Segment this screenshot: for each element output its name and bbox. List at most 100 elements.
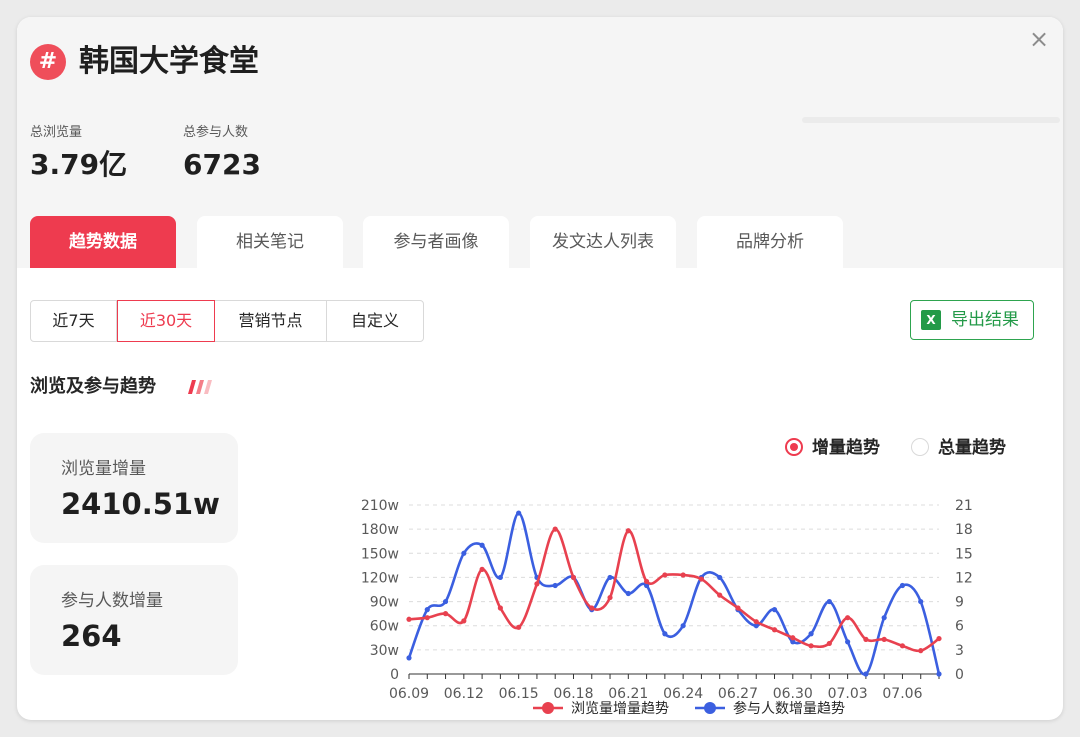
x-tick-label: 06.24 [663,686,703,702]
legend-marker [704,702,716,714]
series-point-0 [771,627,778,633]
series-point-1 [516,510,522,516]
tab-participant-profile[interactable]: 参与者画像 [363,216,509,268]
y-left-tick-label: 30w [370,643,399,659]
participants-increment-card: 参与人数增量 264 [30,565,238,675]
series-point-1 [607,574,613,581]
y-right-tick-label: 21 [955,498,973,514]
x-tick-label: 06.27 [718,686,758,702]
series-point-1 [899,582,906,589]
series-point-0 [461,618,467,624]
series-point-0 [881,636,887,642]
tab-related-notes[interactable]: 相关笔记 [197,216,343,268]
legend-label: 浏览量增量趋势 [571,701,669,717]
y-left-tick-label: 90w [370,595,399,611]
x-tick-label: 06.21 [608,686,648,702]
y-right-tick-label: 12 [955,570,973,586]
total-participants-value: 6723 [183,148,261,181]
series-point-0 [753,619,759,625]
series-point-0 [680,572,686,578]
total-views-label: 总浏览量 [30,125,83,140]
date-range-selector: 近7天 近30天 营销节点 自定义 [30,300,424,342]
y-left-tick-label: 60w [370,619,399,635]
tab-creator-list[interactable]: 发文达人列表 [530,216,676,268]
series-point-1 [497,574,503,581]
series-point-0 [625,528,631,534]
range-custom[interactable]: 自定义 [327,301,423,341]
range-7-days[interactable]: 近7天 [31,301,117,341]
series-point-0 [442,611,449,617]
topic-title: 韩国大学食堂 [79,44,259,79]
views-increment-label: 浏览量增量 [61,459,146,479]
series-point-1 [424,607,430,613]
series-point-1 [808,631,814,637]
series-point-1 [479,542,485,548]
series-point-1 [936,671,942,677]
series-point-0 [552,526,558,532]
x-tick-label: 06.09 [389,686,429,702]
range-marketing-nodes[interactable]: 营销节点 [215,301,327,341]
series-point-0 [534,581,540,587]
participants-increment-value: 264 [61,619,122,653]
y-right-tick-label: 6 [955,619,964,635]
hashtag-icon: # [30,44,66,80]
series-point-0 [607,594,613,601]
series-point-1 [552,582,558,589]
series-point-0 [735,605,741,611]
series-point-0 [717,592,723,598]
header-decoration [802,117,1060,123]
series-point-0 [570,574,577,581]
x-tick-label: 06.30 [773,686,813,702]
y-left-tick-label: 180w [361,522,399,538]
series-point-0 [698,576,705,582]
series-point-1 [881,615,887,621]
y-left-tick-label: 120w [361,570,399,586]
y-left-tick-label: 150w [361,546,399,562]
title-slash-icon [188,380,212,394]
x-tick-label: 07.03 [828,686,868,702]
topic-detail-dialog: # 韩国大学食堂 × 总浏览量 3.79亿 总参与人数 6723 趋势数据 相关… [17,17,1063,720]
y-left-tick-label: 0 [390,667,399,683]
export-label: 导出结果 [951,310,1019,330]
export-button[interactable]: X 导出结果 [910,300,1034,340]
trend-chart: 0 0 30w 3 60w 6 90w 9 120w 12 150w 15 180w 18 210w 21 06… [361,498,973,717]
y-right-tick-label: 3 [955,643,964,659]
section-title: 浏览及参与趋势 [30,376,156,397]
series-point-0 [589,605,595,611]
excel-icon: X [921,310,941,330]
close-icon[interactable]: × [1027,27,1051,51]
dialog-header: # 韩国大学食堂 × 总浏览量 3.79亿 总参与人数 6723 趋势数据 相关… [17,17,1063,268]
y-right-tick-label: 0 [955,667,964,683]
tab-trend-data[interactable]: 趋势数据 [30,216,176,268]
series-point-0 [406,616,412,622]
views-increment-card: 浏览量增量 2410.51w [30,433,238,543]
series-point-0 [424,615,430,621]
series-point-1 [863,671,869,677]
series-point-0 [516,624,522,630]
views-increment-value: 2410.51w [61,487,220,521]
y-right-tick-label: 9 [955,595,964,611]
y-right-tick-label: 18 [955,522,973,538]
x-tick-label: 07.06 [882,686,922,702]
range-30-days[interactable]: 近30天 [117,300,215,342]
total-participants-label: 总参与人数 [183,125,249,140]
series-point-0 [808,643,814,649]
series-point-1 [826,598,832,605]
series-point-1 [406,655,412,661]
series-point-0 [863,636,869,642]
series-point-0 [479,566,485,572]
series-point-1 [717,574,723,581]
series-point-0 [899,643,906,649]
y-left-tick-label: 210w [361,498,399,514]
x-tick-label: 06.18 [553,686,593,702]
series-point-0 [845,615,851,621]
series-point-1 [662,631,668,637]
x-tick-label: 06.15 [499,686,539,702]
tab-brand-analysis[interactable]: 品牌分析 [697,216,843,268]
x-tick-label: 06.12 [444,686,484,702]
series-point-0 [826,640,832,647]
series-point-1 [918,598,924,605]
y-right-tick-label: 15 [955,546,973,562]
series-point-1 [461,550,467,556]
series-point-1 [625,590,631,597]
